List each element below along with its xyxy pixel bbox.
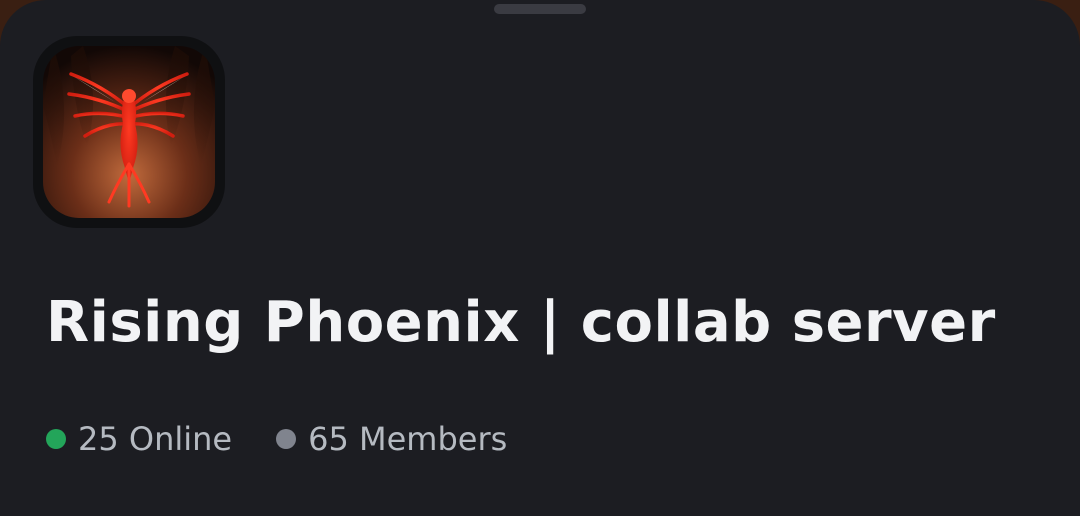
online-status-dot-icon: [46, 429, 66, 449]
server-name: Rising Phoenix | collab server: [46, 290, 996, 355]
drag-handle[interactable]: [494, 4, 586, 14]
server-info-sheet: Rising Phoenix | collab server 25 Online…: [0, 0, 1080, 516]
member-count: 65 Members: [276, 420, 507, 458]
server-icon-frame[interactable]: [33, 36, 225, 228]
members-status-dot-icon: [276, 429, 297, 449]
server-stats: 25 Online 65 Members: [46, 420, 507, 458]
member-count-label: 65 Members: [308, 420, 508, 458]
online-count: 25 Online: [46, 420, 232, 458]
online-count-label: 25 Online: [78, 420, 233, 458]
phoenix-logo-icon: [43, 46, 215, 218]
